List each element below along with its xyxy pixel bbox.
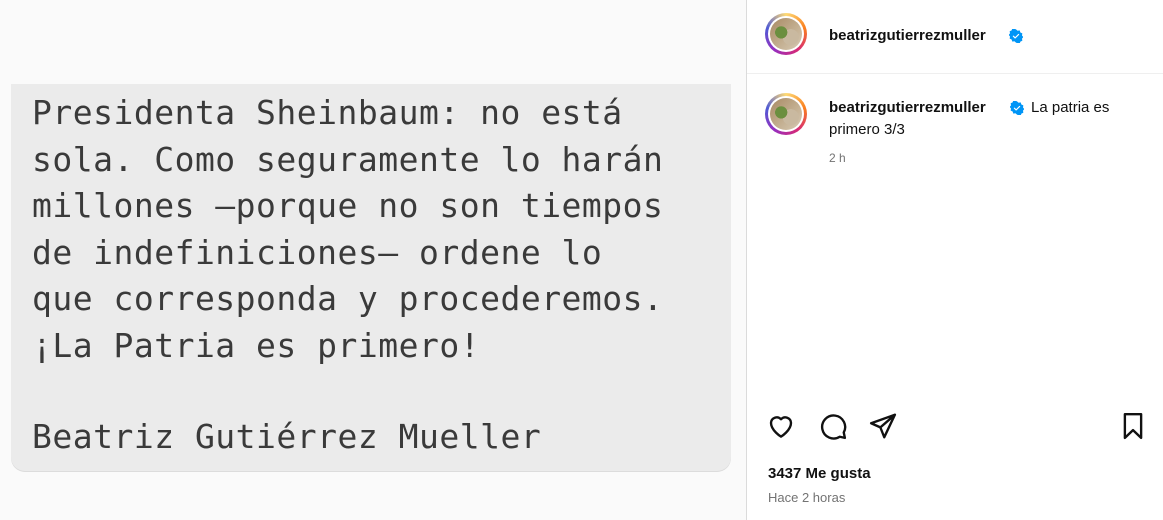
caption-text: La patria es (1031, 99, 1110, 116)
post-time[interactable]: Hace 2 horas (768, 490, 845, 505)
post-media[interactable]: Presidenta Sheinbaum: no está sola. Como… (0, 0, 746, 520)
bookmark-icon[interactable] (1118, 411, 1148, 441)
note-signature: Beatriz Gutiérrez Mueller (32, 417, 542, 456)
note-message: Presidenta Sheinbaum: no está sola. Como… (32, 93, 664, 365)
verified-badge-icon (1010, 101, 1024, 115)
verified-badge-icon (1009, 29, 1023, 43)
post-header: beatrizgutierrezmuller (747, 0, 1163, 74)
post-sidebar: beatrizgutierrezmuller beatrizgutierrezm… (746, 0, 1163, 520)
header-username[interactable]: beatrizgutierrezmuller (829, 27, 986, 44)
comment-icon[interactable] (818, 411, 848, 441)
caption-text-continued: primero 3/3 (829, 121, 905, 138)
avatar[interactable] (765, 13, 807, 55)
heart-icon[interactable] (766, 411, 796, 441)
share-icon[interactable] (868, 411, 898, 441)
likes-count[interactable]: 3437 Me gusta (768, 465, 871, 482)
caption-username[interactable]: beatrizgutierrezmuller (829, 99, 986, 116)
caption-timestamp[interactable]: 2 h (829, 151, 846, 165)
caption-avatar[interactable] (765, 93, 807, 135)
